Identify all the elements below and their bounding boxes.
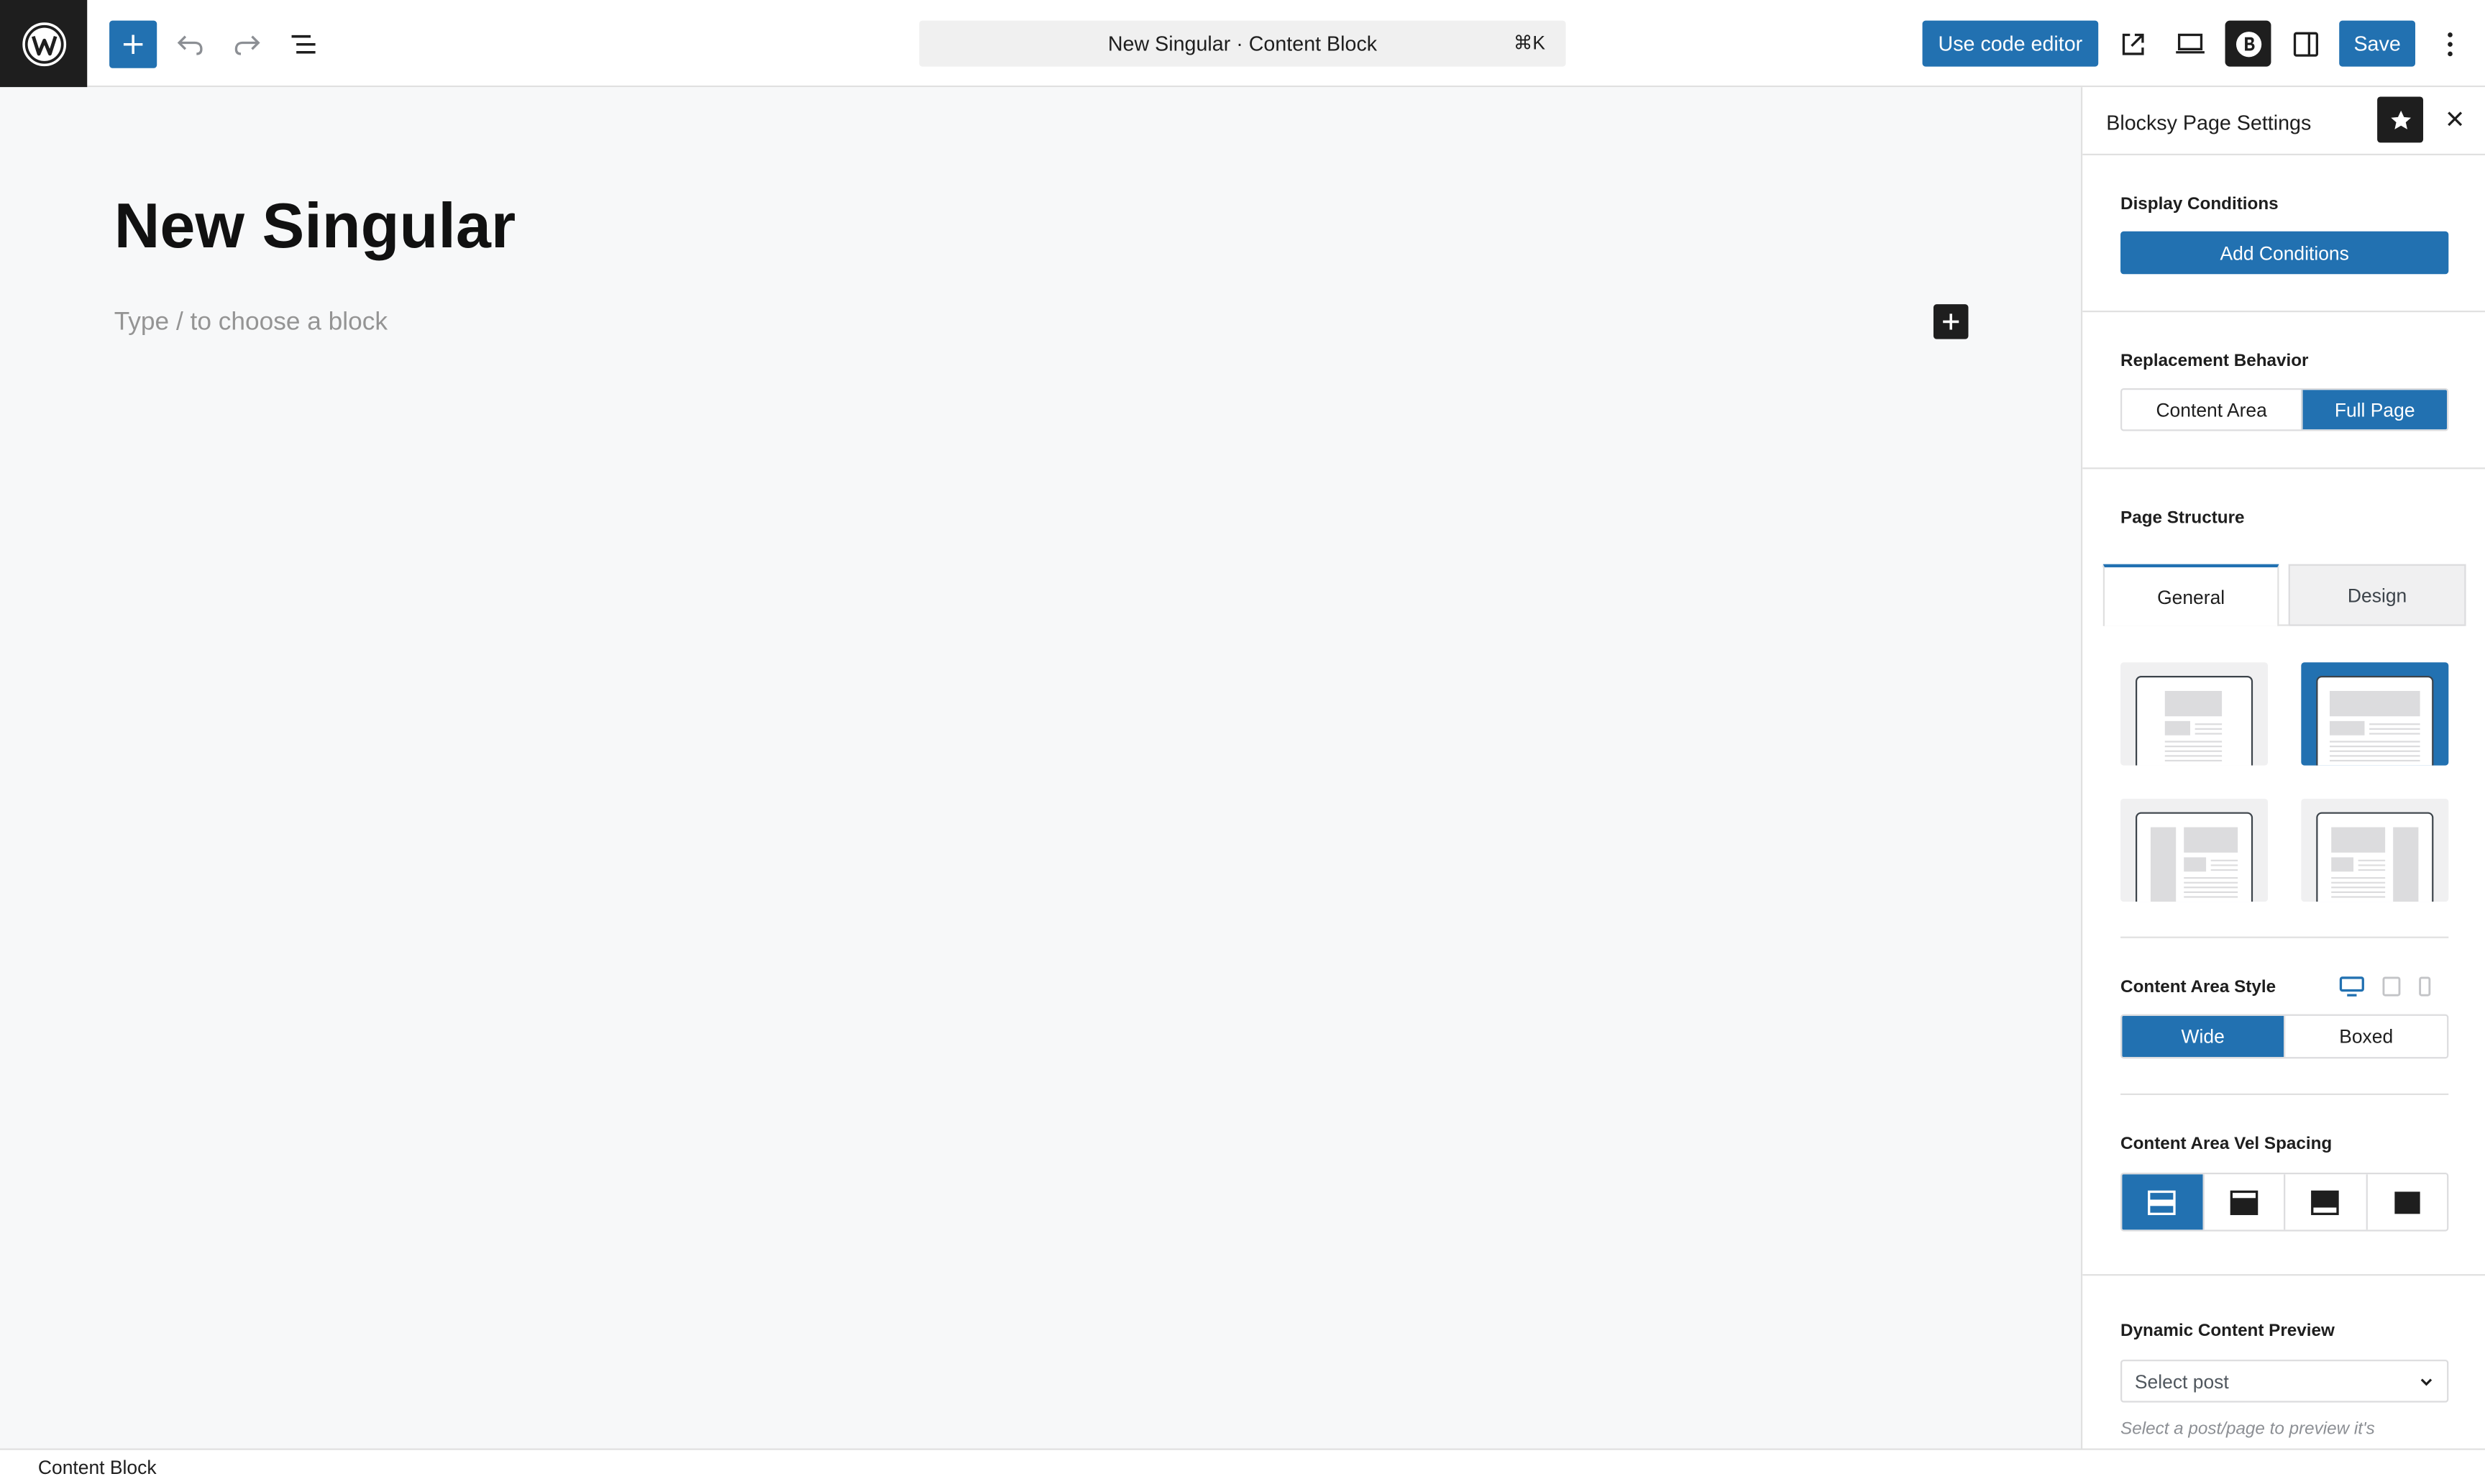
settings-sidebar: Blocksy Page Settings Display Conditions… [2080, 87, 2485, 1449]
sidebar-header: Blocksy Page Settings [2082, 87, 2485, 156]
spacing-bottom-icon [2311, 1189, 2340, 1214]
spacing-bottom-option[interactable] [2284, 1174, 2366, 1230]
content-area-option[interactable]: Content Area [2122, 390, 2302, 430]
settings-sidebar-button[interactable] [2282, 21, 2330, 68]
responsive-device-switch [2339, 976, 2431, 997]
replacement-behavior-label: Replacement Behavior [2120, 352, 2309, 371]
blocksy-icon [2235, 30, 2261, 57]
section-divider [2120, 1093, 2449, 1096]
redo-icon [234, 35, 260, 55]
use-code-editor-button[interactable]: Use code editor [1922, 20, 2099, 67]
editor-canvas: New Singular Type / to choose a block [0, 87, 2081, 1449]
wordpress-logo-icon[interactable] [0, 0, 88, 88]
block-inserter-button[interactable] [109, 20, 157, 68]
undo-icon [177, 35, 203, 55]
boxed-option[interactable]: Boxed [2284, 1015, 2448, 1058]
tablet-icon[interactable] [2382, 976, 2401, 997]
mobile-icon[interactable] [2418, 976, 2431, 997]
dynamic-preview-label: Dynamic Content Preview [2120, 1322, 2335, 1341]
spacing-none-option[interactable] [2365, 1174, 2448, 1230]
more-vertical-icon [2448, 32, 2453, 57]
chevron-down-icon [2420, 1378, 2433, 1386]
layout-option-no-sidebar[interactable] [2120, 662, 2269, 766]
layout-left-sidebar-icon [2136, 812, 2253, 902]
blocksy-settings-button[interactable] [2225, 20, 2271, 67]
spacing-both-icon [2148, 1189, 2177, 1214]
redo-button[interactable] [224, 21, 271, 68]
plus-icon [1943, 313, 1959, 330]
post-title[interactable]: New Singular [114, 192, 516, 263]
spacing-top-icon [2230, 1189, 2258, 1214]
select-post-value: Select post [2134, 1370, 2229, 1393]
add-conditions-button[interactable]: Add Conditions [2120, 231, 2449, 275]
page-structure-label: Page Structure [2120, 508, 2245, 528]
vertical-spacing-toggle [2120, 1173, 2449, 1232]
undo-button[interactable] [166, 21, 214, 68]
editor-footer: Content Block [0, 1448, 2485, 1484]
desktop-icon[interactable] [2339, 976, 2364, 997]
star-icon [2390, 109, 2410, 129]
vertical-spacing-label: Content Area Vel Spacing [2120, 1135, 2333, 1154]
layout-option-wide[interactable] [2301, 662, 2449, 766]
spacing-none-icon [2394, 1191, 2420, 1214]
layout-option-right-sidebar[interactable] [2301, 798, 2449, 902]
tab-design[interactable]: Design [2288, 564, 2466, 626]
list-view-button[interactable] [280, 21, 328, 68]
device-preview-button[interactable] [2166, 21, 2214, 68]
layout-wide-icon [2316, 676, 2434, 766]
block-breadcrumb[interactable]: Content Block [38, 1457, 157, 1479]
section-divider [2082, 1274, 2485, 1276]
view-post-button[interactable] [2110, 21, 2157, 68]
replacement-behavior-toggle: Content Area Full Page [2120, 388, 2449, 431]
dynamic-preview-help: Select a post/page to preview it's [2120, 1419, 2375, 1439]
select-post-dropdown[interactable]: Select post [2120, 1360, 2449, 1403]
section-divider [2082, 467, 2485, 470]
spacing-top-option[interactable] [2202, 1174, 2284, 1230]
wide-option[interactable]: Wide [2122, 1015, 2284, 1058]
section-divider [2082, 311, 2485, 313]
close-sidebar-button[interactable] [2439, 103, 2471, 134]
save-button[interactable]: Save [2339, 20, 2416, 67]
close-icon [2448, 111, 2463, 127]
pin-sidebar-button[interactable] [2377, 96, 2424, 143]
list-view-icon [291, 35, 316, 54]
add-block-button[interactable] [1933, 304, 1969, 339]
document-title: New Singular · Content Block [1107, 32, 1378, 56]
display-conditions-label: Display Conditions [2120, 195, 2279, 214]
spacing-top-bottom-option[interactable] [2122, 1174, 2202, 1230]
external-link-icon [2122, 33, 2144, 55]
content-area-style-label: Content Area Style [2120, 977, 2276, 997]
block-placeholder[interactable]: Type / to choose a block [114, 309, 388, 338]
layout-right-sidebar-icon [2316, 812, 2434, 902]
editor-window: New Singular · Content Block ⌘K Use code… [0, 0, 2485, 1484]
page-structure-tabs: General Design [2102, 564, 2466, 626]
command-palette-bar[interactable]: New Singular · Content Block ⌘K [919, 20, 1566, 67]
content-area-style-toggle: Wide Boxed [2120, 1014, 2449, 1059]
editor-header: New Singular · Content Block ⌘K Use code… [0, 0, 2485, 88]
layout-option-left-sidebar[interactable] [2120, 798, 2269, 902]
sidebar-title: Blocksy Page Settings [2106, 111, 2312, 135]
command-shortcut: ⌘K [1513, 32, 1545, 54]
tab-general[interactable]: General [2102, 564, 2279, 626]
options-menu-button[interactable] [2426, 21, 2473, 68]
plus-icon [123, 35, 143, 54]
layout-no-sidebar-icon [2136, 676, 2253, 766]
desktop-icon [2176, 33, 2205, 54]
section-divider [2120, 936, 2449, 938]
full-page-option[interactable]: Full Page [2301, 390, 2448, 430]
sidebar-toggle-icon [2293, 32, 2319, 57]
